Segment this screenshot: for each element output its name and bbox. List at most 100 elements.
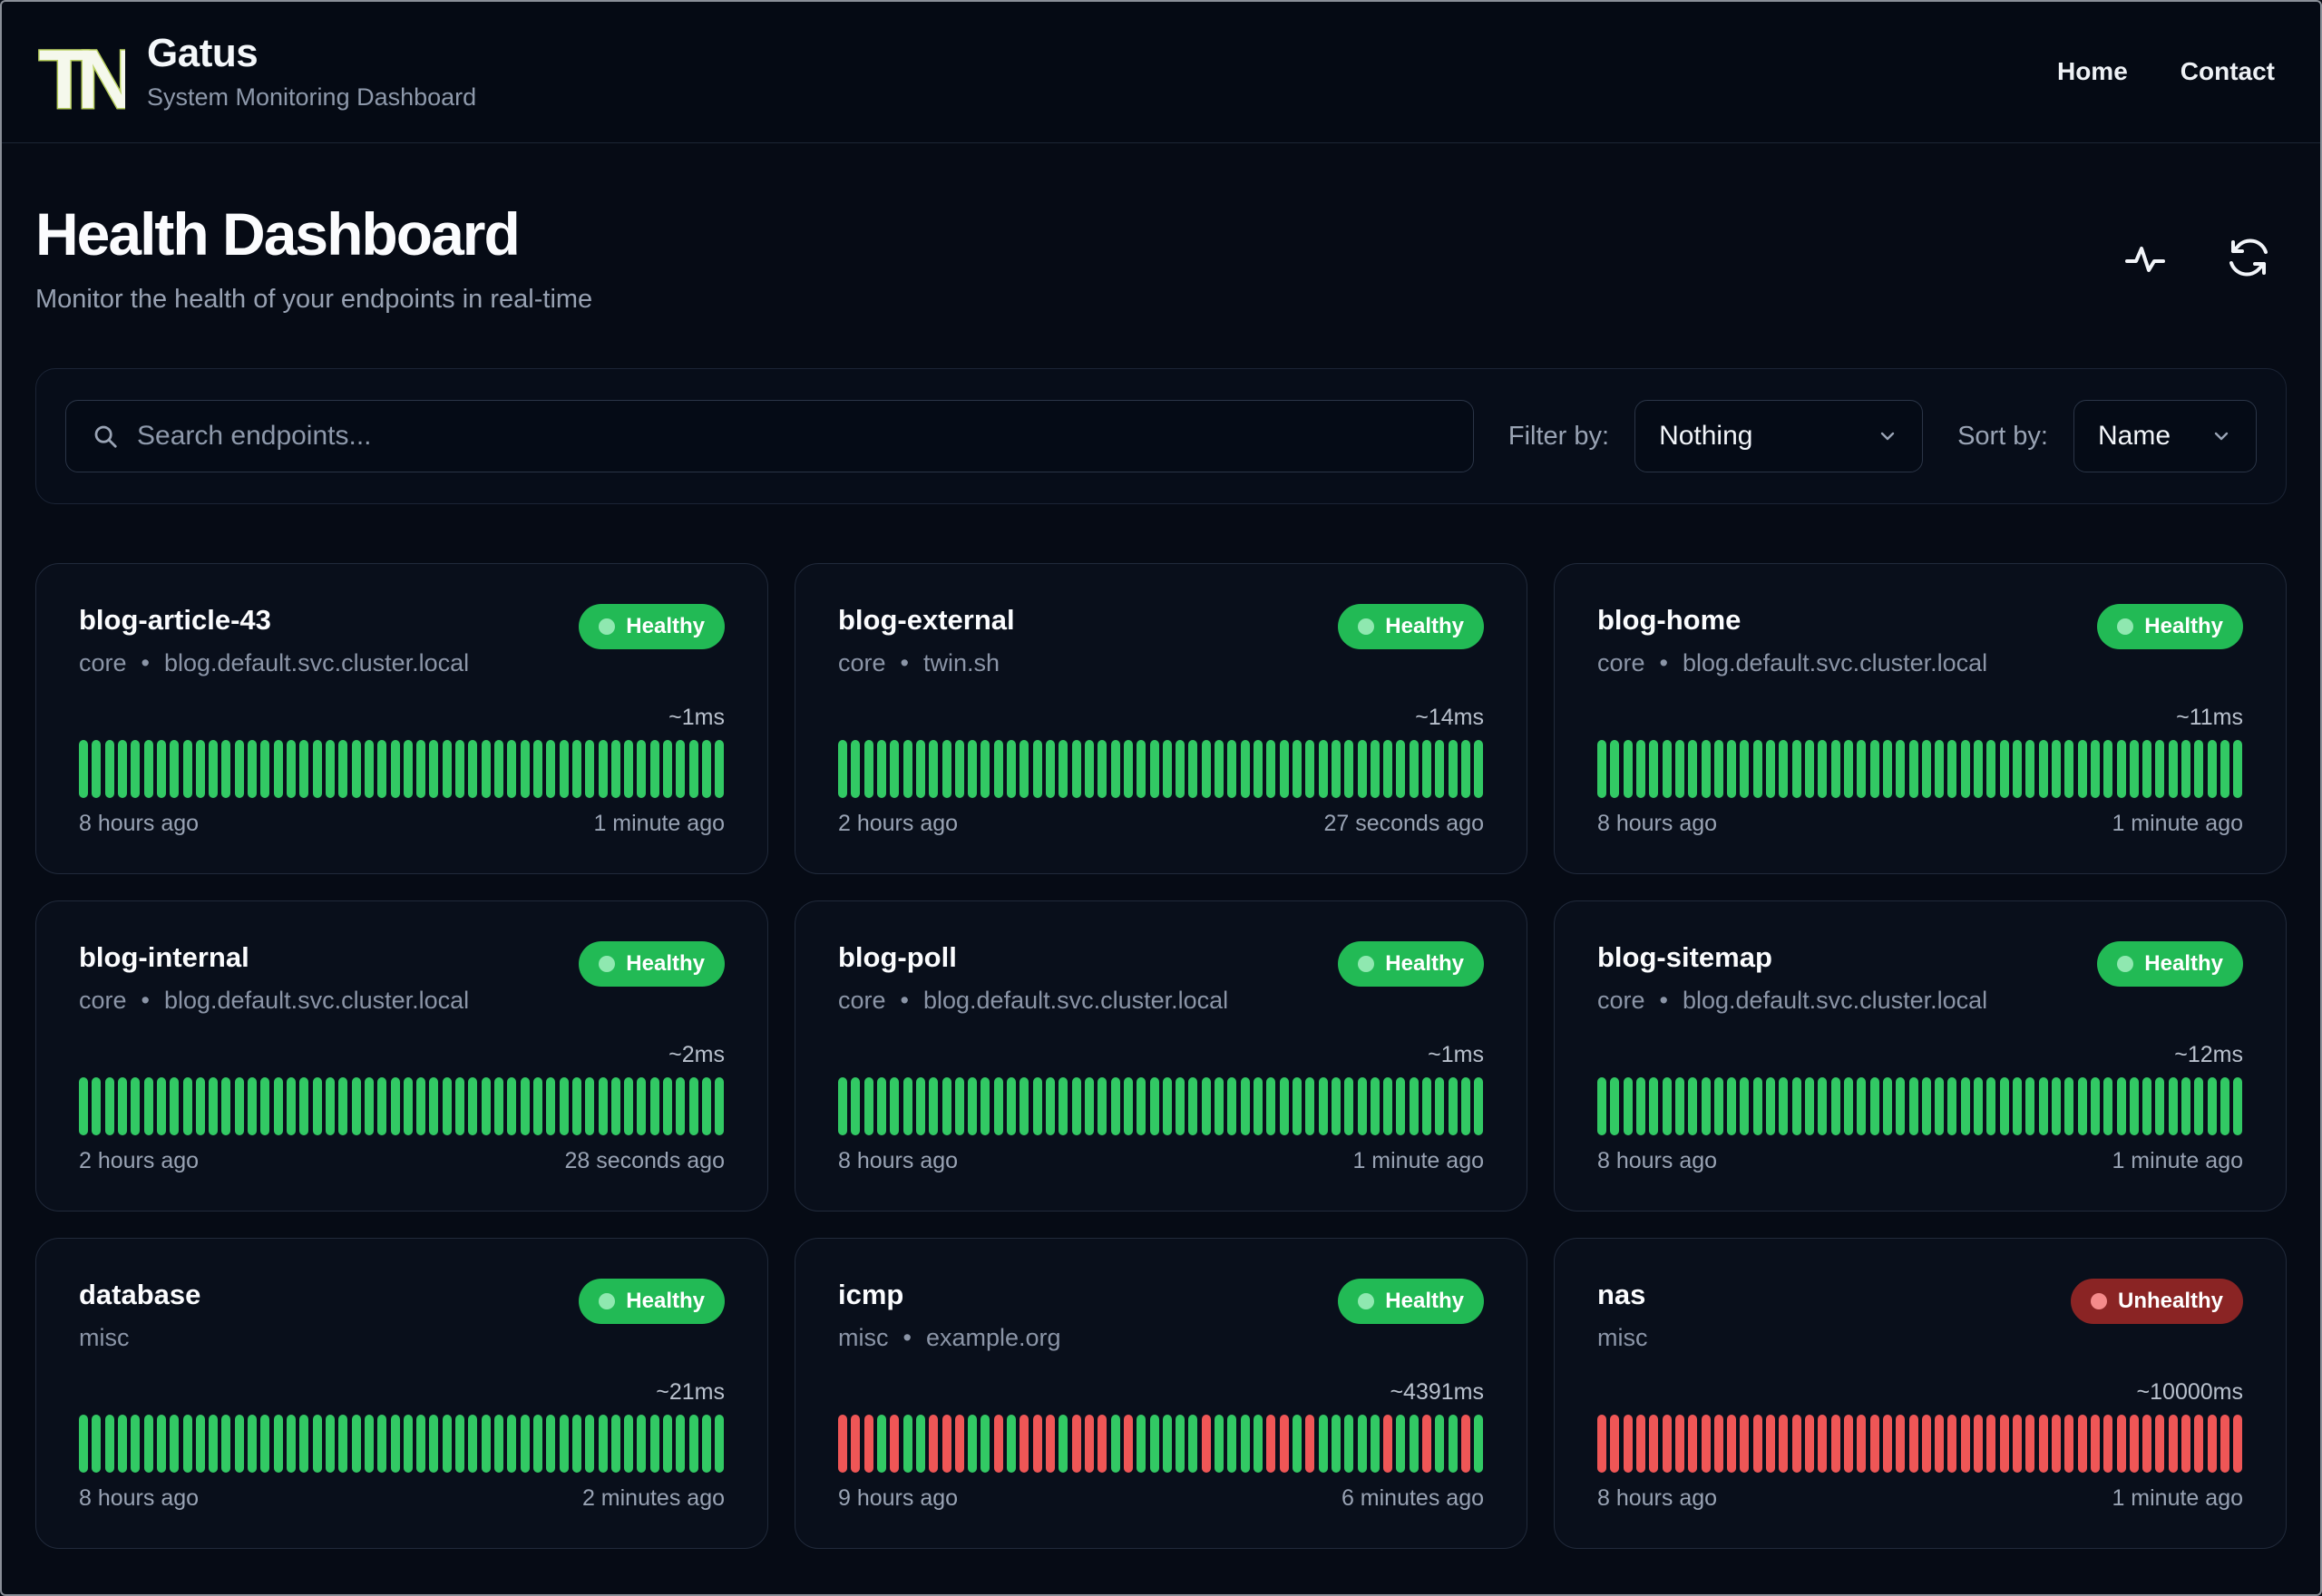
- uptime-bar[interactable]: [941, 1077, 951, 1135]
- uptime-bar[interactable]: [1843, 1077, 1853, 1135]
- uptime-bar[interactable]: [851, 740, 861, 798]
- uptime-bar[interactable]: [1908, 1077, 1918, 1135]
- endpoint-card[interactable]: blog-external core • twin.sh Healthy ~14…: [795, 563, 1527, 874]
- uptime-bar[interactable]: [2013, 740, 2022, 798]
- uptime-bar[interactable]: [2155, 740, 2165, 798]
- uptime-bar[interactable]: [851, 1415, 861, 1473]
- uptime-bar[interactable]: [1597, 740, 1606, 798]
- uptime-bar[interactable]: [1305, 1415, 1315, 1473]
- uptime-bar[interactable]: [688, 1077, 698, 1135]
- uptime-bar[interactable]: [338, 1077, 348, 1135]
- uptime-bar[interactable]: [1188, 740, 1198, 798]
- uptime-bar[interactable]: [143, 740, 153, 798]
- uptime-bar[interactable]: [1779, 740, 1789, 798]
- uptime-bar[interactable]: [1766, 740, 1776, 798]
- uptime-bar[interactable]: [1279, 1077, 1289, 1135]
- uptime-bar[interactable]: [1409, 740, 1419, 798]
- uptime-bar[interactable]: [429, 1077, 439, 1135]
- uptime-bar[interactable]: [1370, 1077, 1380, 1135]
- uptime-bar[interactable]: [455, 1077, 465, 1135]
- uptime-bar[interactable]: [1999, 1415, 2009, 1473]
- uptime-bar[interactable]: [1727, 1415, 1737, 1473]
- uptime-bar[interactable]: [890, 1415, 900, 1473]
- uptime-bar[interactable]: [1396, 1415, 1406, 1473]
- uptime-bar[interactable]: [1960, 1077, 1970, 1135]
- uptime-bar[interactable]: [1331, 1415, 1341, 1473]
- uptime-bar[interactable]: [416, 1077, 426, 1135]
- uptime-bar[interactable]: [1623, 1077, 1633, 1135]
- uptime-bar[interactable]: [390, 1415, 400, 1473]
- uptime-bar[interactable]: [1149, 1415, 1159, 1473]
- uptime-bar[interactable]: [182, 1077, 192, 1135]
- uptime-bar[interactable]: [954, 740, 964, 798]
- uptime-bar[interactable]: [248, 1077, 258, 1135]
- uptime-bar[interactable]: [1254, 1415, 1263, 1473]
- uptime-bar[interactable]: [2013, 1077, 2022, 1135]
- uptime-bar[interactable]: [2220, 740, 2229, 798]
- uptime-bar[interactable]: [1857, 740, 1867, 798]
- uptime-bar[interactable]: [351, 1415, 361, 1473]
- uptime-bar[interactable]: [209, 1415, 219, 1473]
- uptime-bar[interactable]: [1110, 740, 1120, 798]
- uptime-bar[interactable]: [1474, 740, 1484, 798]
- uptime-bar[interactable]: [2168, 1077, 2178, 1135]
- uptime-bar[interactable]: [2181, 1077, 2191, 1135]
- uptime-bar[interactable]: [442, 1415, 452, 1473]
- uptime-bar[interactable]: [2025, 1415, 2035, 1473]
- filter-select[interactable]: Nothing: [1634, 400, 1924, 472]
- uptime-bar[interactable]: [2038, 1077, 2048, 1135]
- uptime-bar[interactable]: [637, 1415, 647, 1473]
- uptime-bar[interactable]: [1610, 1415, 1620, 1473]
- uptime-bar[interactable]: [688, 1415, 698, 1473]
- uptime-bar[interactable]: [715, 1077, 725, 1135]
- uptime-bar[interactable]: [2077, 740, 2087, 798]
- uptime-bar[interactable]: [1188, 1415, 1198, 1473]
- uptime-bar[interactable]: [2077, 1077, 2087, 1135]
- uptime-bar[interactable]: [676, 740, 686, 798]
- uptime-bar[interactable]: [234, 740, 244, 798]
- uptime-bar[interactable]: [1461, 740, 1470, 798]
- uptime-bar[interactable]: [1201, 740, 1211, 798]
- uptime-bar[interactable]: [1974, 1415, 1984, 1473]
- uptime-bar[interactable]: [1020, 1077, 1029, 1135]
- uptime-bar[interactable]: [1635, 1415, 1645, 1473]
- uptime-bar[interactable]: [156, 740, 166, 798]
- uptime-bar[interactable]: [2103, 1415, 2113, 1473]
- uptime-bar[interactable]: [92, 740, 102, 798]
- uptime-bar[interactable]: [273, 1077, 283, 1135]
- uptime-bar[interactable]: [1084, 1415, 1094, 1473]
- uptime-bar[interactable]: [1331, 1077, 1341, 1135]
- uptime-bar[interactable]: [1357, 1415, 1367, 1473]
- uptime-bar[interactable]: [902, 740, 912, 798]
- uptime-bar[interactable]: [1986, 1077, 1996, 1135]
- uptime-bar[interactable]: [234, 1415, 244, 1473]
- uptime-bar[interactable]: [2207, 740, 2217, 798]
- uptime-bar[interactable]: [2064, 1077, 2074, 1135]
- uptime-bar[interactable]: [117, 1077, 127, 1135]
- uptime-bar[interactable]: [2064, 1415, 2074, 1473]
- uptime-bar[interactable]: [929, 1077, 939, 1135]
- uptime-bar[interactable]: [1149, 1077, 1159, 1135]
- uptime-bar[interactable]: [79, 740, 88, 798]
- uptime-bar[interactable]: [1357, 740, 1367, 798]
- uptime-bar[interactable]: [1370, 740, 1380, 798]
- uptime-bar[interactable]: [1059, 740, 1068, 798]
- uptime-bar[interactable]: [1370, 1415, 1380, 1473]
- uptime-bar[interactable]: [1869, 740, 1879, 798]
- uptime-bar[interactable]: [325, 1415, 335, 1473]
- uptime-bar[interactable]: [287, 740, 296, 798]
- uptime-bar[interactable]: [2103, 1077, 2113, 1135]
- uptime-bar[interactable]: [1921, 1415, 1931, 1473]
- uptime-bar[interactable]: [1908, 1415, 1918, 1473]
- uptime-bar[interactable]: [260, 1077, 270, 1135]
- uptime-bar[interactable]: [993, 1077, 1003, 1135]
- uptime-bar[interactable]: [981, 740, 990, 798]
- uptime-bar[interactable]: [221, 1077, 231, 1135]
- uptime-bar[interactable]: [929, 740, 939, 798]
- uptime-bar[interactable]: [1921, 1077, 1931, 1135]
- endpoint-card[interactable]: nas misc Unhealthy ~10000ms 8 hours ago …: [1554, 1238, 2287, 1549]
- uptime-bar[interactable]: [2194, 740, 2204, 798]
- uptime-bar[interactable]: [1396, 740, 1406, 798]
- uptime-bar[interactable]: [1752, 740, 1762, 798]
- uptime-bar[interactable]: [2090, 1077, 2100, 1135]
